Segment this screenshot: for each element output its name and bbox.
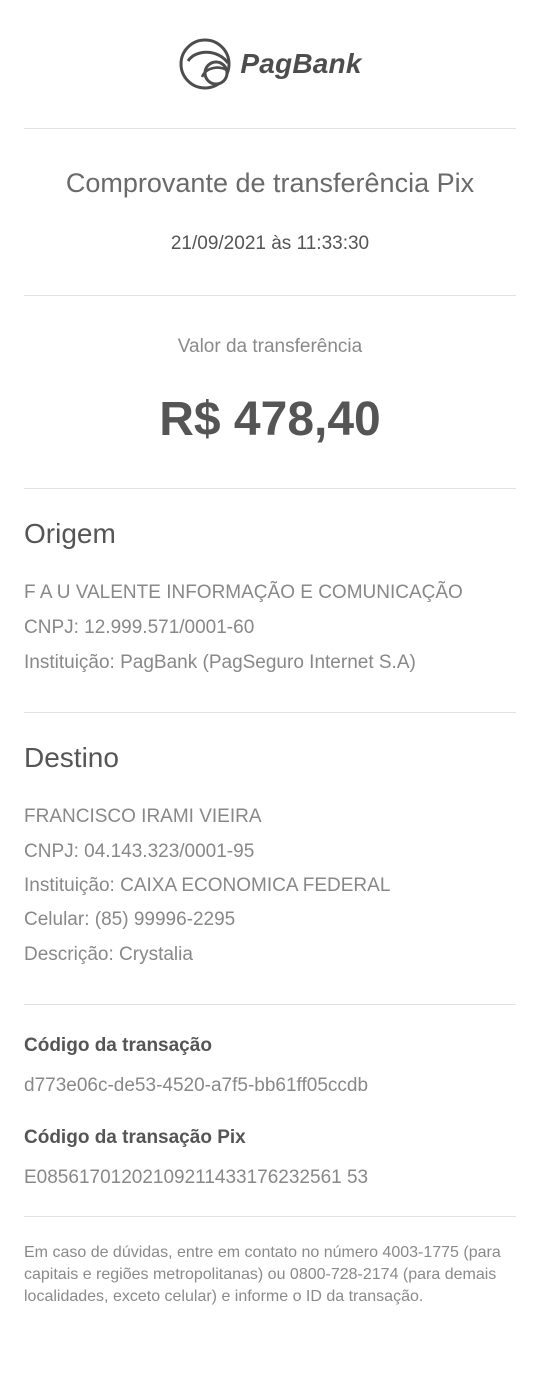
pagbank-logo: PagBank: [0, 36, 540, 92]
pix-code-label: Código da transação Pix: [24, 1127, 246, 1148]
origin-heading: Origem: [24, 518, 116, 549]
help-footer-text: Em caso de dúvidas, entre em contato no …: [24, 1244, 501, 1305]
divider: [24, 712, 516, 713]
origin-institution: Instituição: PagBank (PagSeguro Internet…: [24, 652, 416, 673]
amount-label: Valor da transferência: [177, 336, 363, 357]
transfer-amount: R$ 478,40: [159, 393, 381, 446]
divider: [24, 1004, 516, 1005]
origin-cnpj: CNPJ: 12.999.571/0001-60: [24, 617, 255, 638]
destination-name: FRANCISCO IRAMI VIEIRA: [24, 806, 262, 827]
transfer-datetime: 21/09/2021 às 11:33:30: [170, 233, 370, 254]
destination-description: Descrição: Crystalia: [24, 944, 193, 965]
destination-institution: Instituição: CAIXA ECONOMICA FEDERAL: [24, 875, 391, 896]
destination-cnpj: CNPJ: 04.143.323/0001-95: [24, 841, 255, 862]
divider: [24, 488, 516, 489]
destination-heading: Destino: [24, 742, 119, 773]
divider: [24, 1216, 516, 1217]
receipt-page: PagBank Comprovante de transferência Pix…: [0, 0, 540, 1375]
divider: [24, 295, 516, 296]
destination-phone: Celular: (85) 99996-2295: [24, 909, 236, 930]
transaction-code-label: Código da transação: [24, 1035, 212, 1056]
transaction-code-value[interactable]: d773e06c-de53-4520-a7f5-bb61ff05ccdb: [24, 1075, 368, 1097]
divider: [24, 128, 516, 129]
pagbank-logo-icon: [179, 38, 231, 90]
brand-name: PagBank: [240, 48, 362, 79]
origin-name: F A U VALENTE INFORMAÇÃO E COMUNICAÇÃO: [24, 582, 463, 603]
pix-code-value[interactable]: E08561701202109211433176232561 53: [24, 1167, 368, 1189]
page-title: Comprovante de transferência Pix: [65, 168, 475, 198]
